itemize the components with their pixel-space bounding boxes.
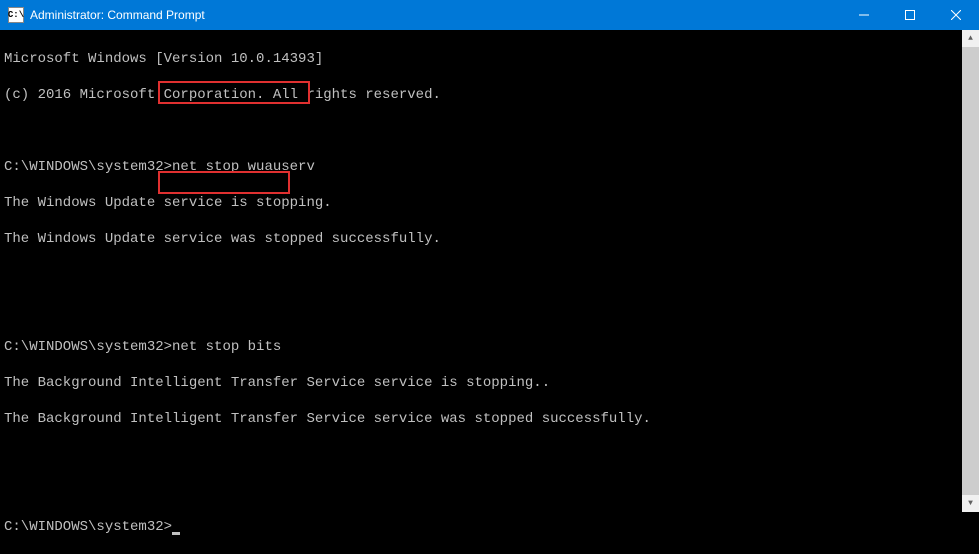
- close-button[interactable]: [933, 0, 979, 30]
- prompt-line: C:\WINDOWS\system32>: [4, 518, 975, 536]
- maximize-button[interactable]: [887, 0, 933, 30]
- vertical-scrollbar[interactable]: ▲ ▼: [962, 30, 979, 512]
- output-line: The Background Intelligent Transfer Serv…: [4, 374, 975, 392]
- output-line: The Windows Update service is stopping.: [4, 194, 975, 212]
- titlebar[interactable]: C:\ Administrator: Command Prompt: [0, 0, 979, 30]
- cmd-icon: C:\: [8, 7, 24, 23]
- scroll-thumb[interactable]: [962, 47, 979, 495]
- window-title: Administrator: Command Prompt: [30, 8, 841, 22]
- minimize-button[interactable]: [841, 0, 887, 30]
- output-line: The Background Intelligent Transfer Serv…: [4, 410, 975, 428]
- prompt-path: C:\WINDOWS\system32>: [4, 159, 172, 175]
- window-controls: [841, 0, 979, 30]
- scroll-down-icon[interactable]: ▼: [962, 495, 979, 512]
- prompt-path: C:\WINDOWS\system32>: [4, 519, 172, 535]
- copyright-line: (c) 2016 Microsoft Corporation. All righ…: [4, 86, 975, 104]
- command-text: net stop wuauserv: [172, 159, 315, 175]
- output-line: The Windows Update service was stopped s…: [4, 230, 975, 248]
- blank-line: [4, 482, 975, 500]
- blank-line: [4, 266, 975, 284]
- cursor-icon: [172, 532, 180, 535]
- blank-line: [4, 302, 975, 320]
- command-text: net stop bits: [172, 339, 281, 355]
- prompt-path: C:\WINDOWS\system32>: [4, 339, 172, 355]
- blank-line: [4, 122, 975, 140]
- prompt-line: C:\WINDOWS\system32>net stop wuauserv: [4, 158, 975, 176]
- blank-line: [4, 446, 975, 464]
- version-line: Microsoft Windows [Version 10.0.14393]: [4, 50, 975, 68]
- scroll-up-icon[interactable]: ▲: [962, 30, 979, 47]
- terminal-output[interactable]: Microsoft Windows [Version 10.0.14393] (…: [0, 30, 979, 512]
- scroll-track[interactable]: [962, 47, 979, 495]
- prompt-line: C:\WINDOWS\system32>net stop bits: [4, 338, 975, 356]
